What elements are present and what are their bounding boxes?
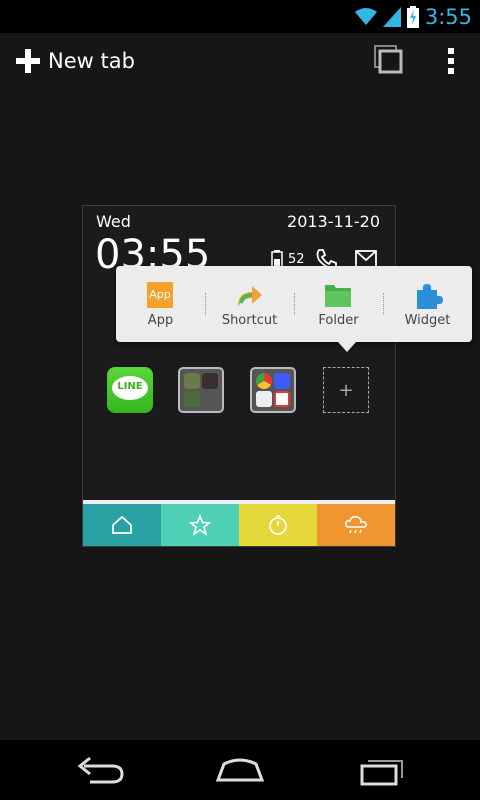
add-app-option[interactable]: App App bbox=[116, 266, 205, 342]
recent-apps-icon bbox=[360, 760, 403, 786]
chrome-icon bbox=[256, 373, 272, 389]
add-widget-option[interactable]: Widget bbox=[383, 266, 472, 342]
day-label: Wed bbox=[96, 212, 131, 231]
play-store-icon bbox=[256, 391, 272, 407]
star-icon bbox=[189, 514, 211, 536]
overflow-menu-button[interactable] bbox=[436, 43, 466, 79]
app-folder-photos[interactable] bbox=[178, 367, 224, 413]
add-widget-label: Widget bbox=[404, 313, 451, 328]
signal-icon bbox=[382, 6, 401, 27]
tabs-switcher-button[interactable] bbox=[372, 43, 408, 79]
shortcut-icon bbox=[238, 286, 262, 307]
folder-thumb bbox=[184, 373, 200, 389]
folder-icon bbox=[325, 285, 351, 307]
action-bar: New tab bbox=[0, 33, 480, 89]
folder-thumb bbox=[184, 391, 200, 407]
more-vert-icon bbox=[448, 48, 454, 74]
puzzle-icon bbox=[417, 284, 443, 309]
add-shortcut-option[interactable]: Shortcut bbox=[205, 266, 294, 342]
app-icon: App bbox=[147, 282, 173, 308]
add-item-popup: App App Shortcut Folder Widget bbox=[116, 266, 472, 352]
battery-level: 52 bbox=[288, 252, 305, 267]
battery-charging-icon bbox=[406, 5, 419, 28]
home-nav-icon bbox=[215, 758, 265, 782]
new-tab-button[interactable]: New tab bbox=[16, 33, 135, 89]
app-folder-google[interactable] bbox=[250, 367, 296, 413]
dock-favorites[interactable] bbox=[161, 504, 239, 546]
home-icon bbox=[112, 515, 132, 534]
dock-bar bbox=[83, 504, 395, 546]
home-screen-preview[interactable]: Wed 2013-11-20 03:55 52 LINE + bbox=[82, 205, 396, 547]
gmail-icon bbox=[274, 391, 290, 407]
tabs-icon bbox=[374, 45, 403, 74]
plus-icon: + bbox=[338, 379, 354, 401]
add-folder-label: Folder bbox=[318, 313, 359, 328]
status-icons: 3:55 bbox=[354, 0, 472, 33]
add-item-slot[interactable]: + bbox=[323, 367, 369, 413]
status-bar: 3:55 bbox=[0, 0, 480, 33]
home-button[interactable] bbox=[210, 752, 270, 788]
folder-thumb bbox=[202, 373, 218, 389]
cloud-rain-icon bbox=[345, 516, 367, 534]
app-thumb bbox=[274, 373, 290, 389]
back-button[interactable] bbox=[70, 752, 130, 788]
line-app-icon[interactable]: LINE bbox=[107, 367, 153, 413]
dock-timer[interactable] bbox=[239, 504, 317, 546]
add-app-label: App bbox=[147, 313, 174, 328]
status-time: 3:55 bbox=[424, 4, 472, 29]
add-folder-option[interactable]: Folder bbox=[294, 266, 383, 342]
line-app-label: LINE bbox=[117, 381, 143, 392]
recent-apps-button[interactable] bbox=[352, 752, 412, 788]
timer-icon bbox=[269, 515, 287, 535]
new-tab-label: New tab bbox=[48, 49, 135, 73]
navigation-bar bbox=[0, 740, 480, 800]
date-label: 2013-11-20 bbox=[287, 212, 380, 231]
dock-home[interactable] bbox=[83, 504, 161, 546]
dock-weather[interactable] bbox=[317, 504, 395, 546]
popup-pointer bbox=[338, 342, 356, 352]
add-shortcut-label: Shortcut bbox=[221, 313, 278, 328]
back-icon bbox=[77, 756, 124, 784]
wifi-icon bbox=[354, 7, 377, 25]
plus-icon bbox=[16, 49, 40, 73]
